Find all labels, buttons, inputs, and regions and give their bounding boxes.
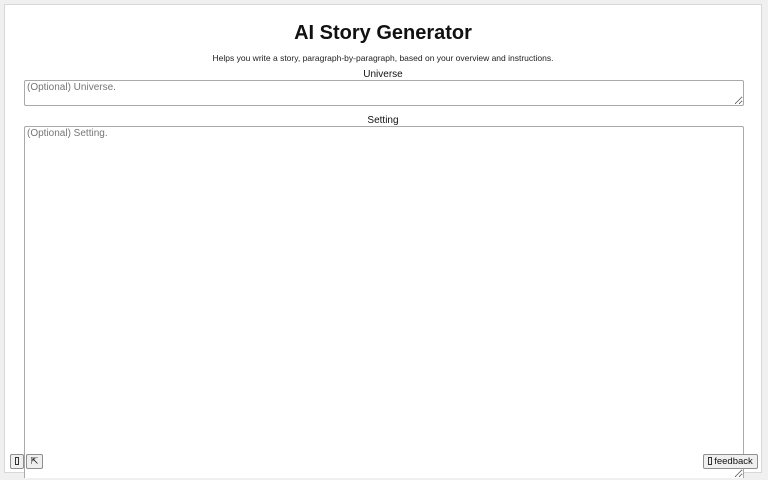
collapse-button[interactable]: ⇱ [26,454,43,469]
setting-input[interactable] [24,126,744,478]
feedback-label: feedback [714,456,753,467]
arrow-up-left-icon: ⇱ [30,456,39,467]
feedback-icon [708,457,713,465]
app-panel: AI Story Generator Helps you write a sto… [4,4,762,478]
universe-input[interactable] [24,80,744,106]
menu-button[interactable] [10,454,24,469]
page-description: Helps you write a story, paragraph-by-pa… [212,53,554,63]
feedback-button[interactable]: feedback [703,454,758,469]
tofu-glyph-icon [15,457,19,465]
page-title: AI Story Generator [294,22,472,44]
